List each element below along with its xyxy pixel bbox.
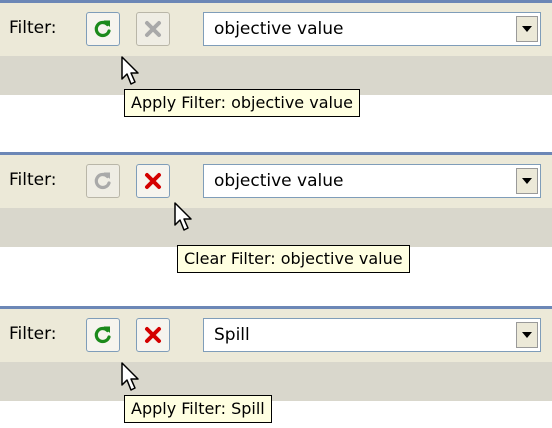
mouse-cursor-icon [121, 56, 139, 85]
filter-toolbar: Filter: objective value [0, 3, 552, 56]
dropdown-arrow-button[interactable] [516, 168, 538, 194]
filter-label: Filter: [9, 18, 57, 38]
refresh-icon [94, 20, 111, 38]
filter-dropdown-value: objective value [214, 171, 344, 191]
tooltip: Apply Filter: Spill [124, 395, 272, 423]
filter-label: Filter: [9, 324, 57, 344]
dropdown-arrow-icon [522, 332, 532, 338]
apply-filter-button[interactable] [86, 318, 120, 352]
filter-dropdown-value: Spill [214, 325, 250, 345]
dropdown-arrow-icon [522, 178, 532, 184]
clear-filter-button[interactable] [136, 12, 170, 46]
tooltip: Apply Filter: objective value [124, 89, 360, 117]
dropdown-arrow-button[interactable] [516, 322, 538, 348]
filter-toolbar: Filter: objective value [0, 155, 552, 208]
filter-dropdown-value: objective value [214, 19, 344, 39]
close-x-icon [145, 21, 161, 37]
apply-filter-button[interactable] [86, 12, 120, 46]
close-x-icon [145, 327, 161, 343]
close-x-icon [145, 173, 161, 189]
clear-filter-button[interactable] [136, 164, 170, 198]
filter-dropdown[interactable]: objective value [203, 164, 541, 198]
clear-filter-button[interactable] [136, 318, 170, 352]
filter-label: Filter: [9, 170, 57, 190]
apply-filter-button[interactable] [86, 164, 120, 198]
mouse-cursor-icon [121, 362, 139, 391]
refresh-icon [94, 172, 111, 190]
filter-dropdown[interactable]: objective value [203, 12, 541, 46]
filter-dropdown[interactable]: Spill [203, 318, 541, 352]
dropdown-arrow-icon [522, 26, 532, 32]
mouse-cursor-icon [174, 202, 192, 231]
filter-subbar [0, 208, 552, 247]
refresh-icon [94, 326, 111, 344]
dropdown-arrow-button[interactable] [516, 16, 538, 42]
tooltip: Clear Filter: objective value [177, 245, 410, 273]
filter-subbar [0, 362, 552, 401]
filter-toolbar: Filter: Spill [0, 309, 552, 362]
